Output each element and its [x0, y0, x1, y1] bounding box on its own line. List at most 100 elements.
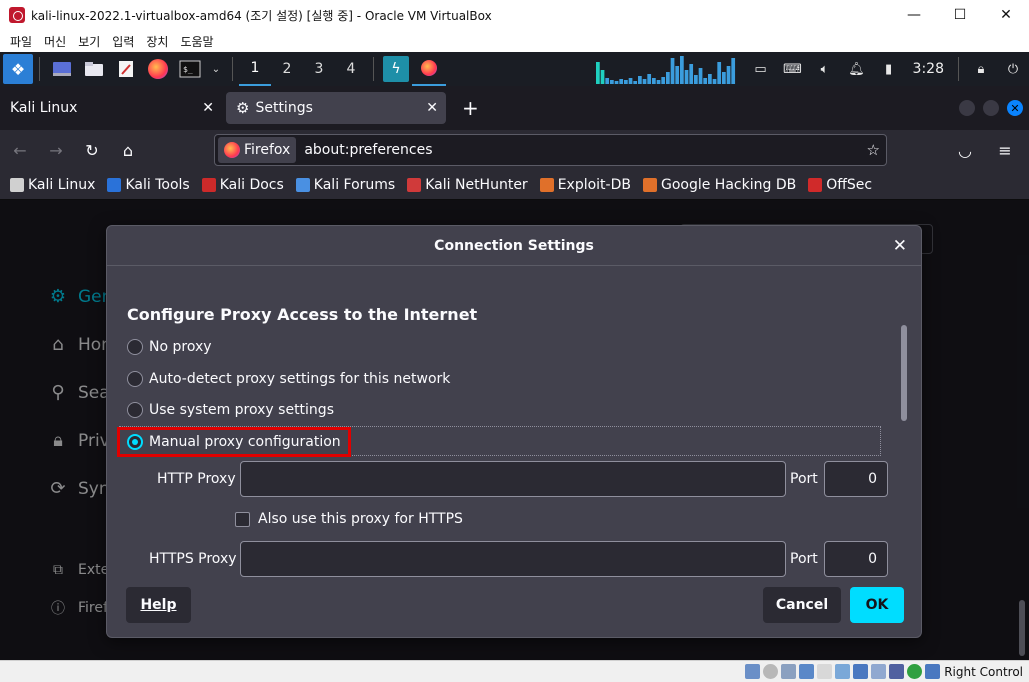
radio-system-proxy[interactable]: Use system proxy settings — [127, 402, 334, 418]
bookmark-item[interactable]: Kali Linux — [10, 177, 95, 193]
bookmark-item[interactable]: Google Hacking DB — [642, 177, 796, 193]
bookmark-label: Kali Linux — [28, 176, 96, 193]
terminal-icon[interactable]: $_ — [177, 56, 203, 82]
workspace-3[interactable]: 3 — [303, 52, 335, 86]
audio-icon[interactable] — [781, 664, 797, 679]
menu-devices[interactable]: 장치 — [140, 33, 174, 50]
optical-drive-icon[interactable] — [763, 664, 779, 679]
bookmark-item[interactable]: Kali Tools — [107, 177, 190, 193]
https-proxy-input[interactable] — [240, 541, 786, 577]
clock[interactable]: 3:28 — [913, 61, 944, 77]
volume-icon[interactable]: 🔈︎ — [812, 56, 838, 82]
bookmark-label: OffSec — [826, 176, 873, 193]
radio-button[interactable] — [127, 371, 143, 387]
radio-label: Use system proxy settings — [149, 402, 334, 418]
tab-settings[interactable]: ⚙ Settings ✕ — [226, 92, 446, 124]
panel-separator — [232, 57, 233, 81]
pocket-icon[interactable]: ◡ — [949, 134, 981, 166]
show-desktop-icon[interactable] — [49, 56, 75, 82]
bookmark-favicon-icon — [10, 177, 24, 192]
radio-auto-detect[interactable]: Auto-detect proxy settings for this netw… — [127, 371, 450, 387]
bookmark-label: Kali Docs — [219, 176, 284, 193]
close-tab-icon[interactable]: ✕ — [426, 100, 438, 116]
connection-settings-dialog: Connection Settings ✕ Configure Proxy Ac… — [106, 225, 922, 638]
checkbox[interactable] — [235, 511, 250, 527]
tab-kali-linux[interactable]: Kali Linux ✕ — [0, 92, 222, 124]
chevron-down-icon[interactable]: ⌄ — [209, 56, 223, 82]
hamburger-menu-icon[interactable]: ≡ — [989, 134, 1021, 166]
workspace-4[interactable]: 4 — [335, 52, 367, 86]
firefox-launcher-icon[interactable] — [145, 56, 171, 82]
bookmark-favicon-icon — [539, 177, 554, 192]
bookmark-star-icon[interactable]: ☆ — [867, 141, 880, 159]
battery-icon[interactable]: ▮ — [876, 56, 902, 82]
forward-button[interactable]: → — [40, 134, 72, 166]
radio-no-proxy[interactable]: No proxy — [127, 339, 212, 355]
also-https-checkbox-row[interactable]: Also use this proxy for HTTPS — [235, 511, 463, 527]
minimize-button[interactable] — [959, 100, 975, 116]
workspace-1[interactable]: 1 — [239, 52, 271, 86]
kali-menu-icon[interactable]: ❖ — [3, 54, 33, 84]
identity-badge[interactable]: Firefox — [218, 137, 297, 163]
url-text[interactable]: about:preferences — [304, 142, 432, 158]
radio-button[interactable] — [127, 402, 143, 418]
menu-file[interactable]: 파일 — [4, 33, 38, 50]
close-tab-icon[interactable]: ✕ — [202, 100, 214, 116]
cpu-icon[interactable] — [889, 664, 905, 679]
cpu-graph-bar — [647, 74, 652, 84]
close-button[interactable]: ✕ — [983, 0, 1029, 30]
taskbar-firefox[interactable] — [412, 52, 446, 86]
file-manager-icon[interactable] — [81, 56, 107, 82]
network-adapter-icon[interactable] — [799, 664, 815, 679]
usb-icon[interactable] — [817, 664, 833, 679]
bookmark-item[interactable]: OffSec — [808, 177, 872, 193]
network-icon[interactable]: ▭ — [748, 56, 774, 82]
cancel-button[interactable]: Cancel — [763, 587, 841, 623]
text-editor-icon[interactable] — [113, 56, 139, 82]
bookmark-item[interactable]: Exploit-DB — [539, 177, 631, 193]
https-port-input[interactable]: 0 — [824, 541, 888, 577]
new-tab-button[interactable]: + — [462, 96, 479, 120]
ok-button[interactable]: OK — [850, 587, 904, 623]
close-button[interactable]: ✕ — [1007, 100, 1023, 116]
cpu-graph-bar — [656, 80, 661, 84]
maximize-button[interactable] — [983, 100, 999, 116]
tab-label: Kali Linux — [10, 100, 78, 116]
shared-folder-icon[interactable] — [835, 664, 851, 679]
url-bar[interactable]: Firefox about:preferences ☆ — [214, 134, 887, 166]
reload-button[interactable]: ↻ — [76, 134, 108, 166]
bookmark-item[interactable]: Kali NetHunter — [407, 177, 528, 193]
radio-button[interactable] — [127, 339, 143, 355]
mouse-integration-icon[interactable] — [907, 664, 923, 679]
lock-icon[interactable]: 🔒︎ — [968, 56, 994, 82]
menu-help[interactable]: 도움말 — [174, 33, 219, 50]
app-switcher-icon[interactable]: ϟ — [383, 56, 409, 82]
back-button[interactable]: ← — [4, 134, 36, 166]
help-button[interactable]: Help — [126, 587, 191, 623]
recording-icon[interactable] — [871, 664, 887, 679]
https-port-label: Port — [790, 551, 818, 567]
display-icon[interactable] — [853, 664, 869, 679]
dialog-scrollbar[interactable] — [901, 325, 907, 421]
http-port-input[interactable]: 0 — [824, 461, 888, 497]
home-button[interactable]: ⌂ — [112, 134, 144, 166]
maximize-button[interactable]: ☐ — [937, 0, 983, 30]
cpu-graph-bar — [694, 75, 698, 84]
workspace-2[interactable]: 2 — [271, 52, 303, 86]
menu-view[interactable]: 보기 — [72, 33, 106, 50]
notification-bell-icon[interactable]: 🔔︎ — [844, 56, 870, 82]
minimize-button[interactable]: — — [891, 0, 937, 30]
logout-icon[interactable]: ⏻ — [1000, 56, 1026, 82]
keyboard-icon[interactable]: ⌨ — [780, 56, 806, 82]
close-icon[interactable]: ✕ — [893, 236, 907, 256]
bookmark-item[interactable]: Kali Forums — [295, 177, 395, 193]
menu-input[interactable]: 입력 — [106, 33, 140, 50]
keyboard-capture-icon[interactable] — [925, 664, 941, 679]
menu-machine[interactable]: 머신 — [38, 33, 72, 50]
cpu-graph-bar — [717, 62, 722, 84]
http-proxy-input[interactable] — [240, 461, 786, 497]
bookmarks-toolbar: Kali Linux Kali Tools Kali Docs Kali Forums… — [0, 170, 1029, 200]
bookmark-item[interactable]: Kali Docs — [201, 176, 284, 193]
harddisk-icon[interactable] — [745, 664, 761, 679]
cpu-graph-bar — [624, 80, 628, 84]
